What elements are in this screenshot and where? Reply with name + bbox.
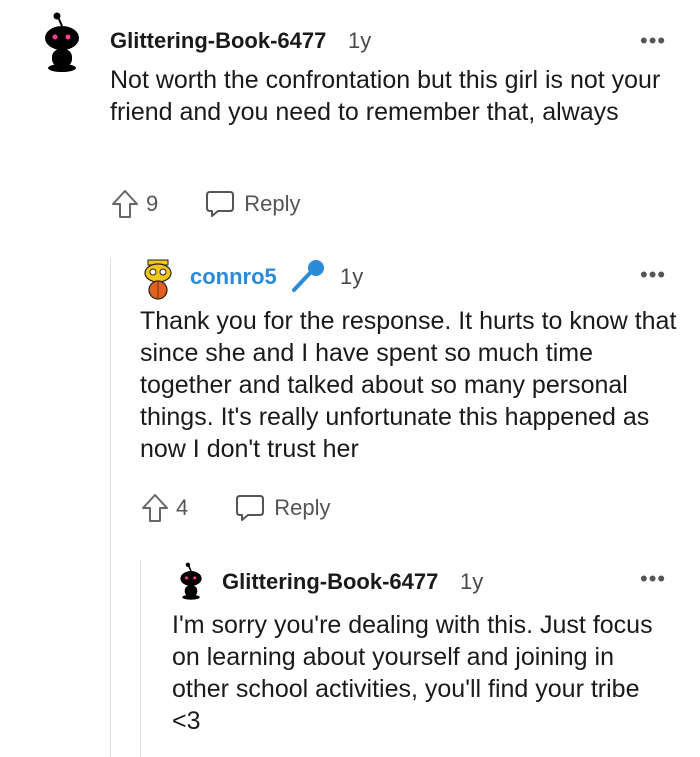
thread-line[interactable]	[110, 258, 111, 757]
microphone-icon	[292, 260, 324, 292]
reply-label: Reply	[244, 191, 301, 216]
upvote-icon	[112, 190, 138, 218]
snoo-avatar-icon[interactable]	[176, 561, 206, 601]
comment-age: 1y	[348, 28, 372, 53]
comment-username[interactable]: Glittering-Book-6477	[222, 569, 438, 595]
snoo-avatar-icon[interactable]	[38, 12, 86, 72]
reply-label: Reply	[274, 495, 331, 520]
comment-age: 1y	[340, 264, 364, 289]
more-options-icon[interactable]: •••	[640, 30, 666, 52]
more-options-icon[interactable]: •••	[640, 264, 666, 286]
comment-actions: 9 Reply	[110, 187, 301, 221]
comment-body: Thank you for the response. It hurts to …	[140, 307, 677, 463]
reply-bubble-icon	[236, 495, 265, 521]
vote-count: 9	[146, 191, 159, 216]
reply-button[interactable]: Reply	[234, 493, 331, 523]
comment-body: Not worth the confrontation but this gir…	[110, 66, 661, 126]
comment-age: 1y	[460, 569, 484, 594]
comment-body: I'm sorry you're dealing with this. Just…	[172, 611, 653, 735]
upvote-button[interactable]: 9	[110, 188, 158, 220]
reply-bubble-icon	[206, 191, 235, 217]
thread-line[interactable]	[140, 560, 141, 757]
user-avatar-icon[interactable]	[140, 258, 176, 300]
comment-username[interactable]: Glittering-Book-6477	[110, 28, 326, 54]
comment-actions: 4 Reply	[140, 491, 331, 525]
comment-username[interactable]: connro5	[190, 264, 277, 290]
upvote-icon	[142, 494, 168, 522]
reply-button[interactable]: Reply	[204, 189, 301, 219]
more-options-icon[interactable]: •••	[640, 568, 666, 590]
vote-count: 4	[176, 495, 189, 520]
upvote-button[interactable]: 4	[140, 492, 188, 524]
